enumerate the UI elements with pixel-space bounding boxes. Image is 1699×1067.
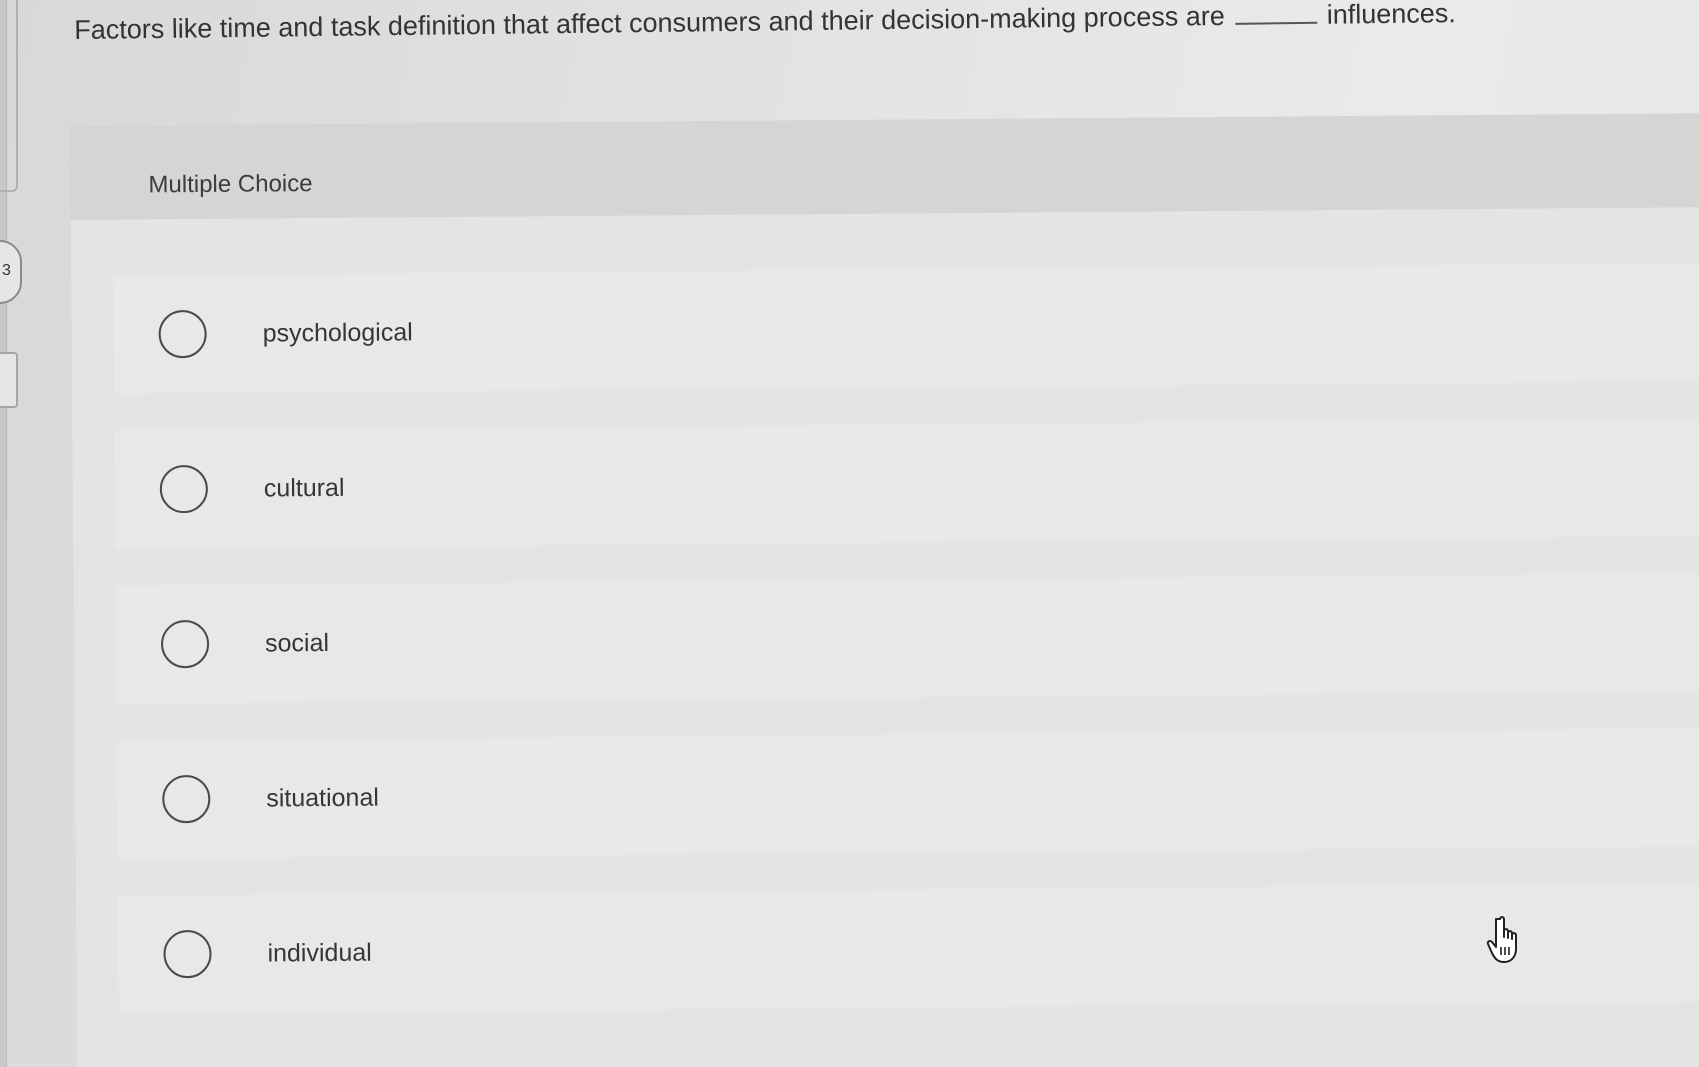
option-cultural[interactable]: cultural <box>114 417 1699 549</box>
option-psychological[interactable]: psychological <box>113 262 1699 394</box>
radio-button[interactable] <box>160 619 210 669</box>
question-number-label: 3 <box>2 262 11 279</box>
answer-card: Multiple Choice psychological cultural s… <box>70 112 1699 1067</box>
hand-pointer-icon <box>1486 916 1517 963</box>
option-label: psychological <box>262 317 413 347</box>
question-text-after: influences. <box>1326 0 1457 30</box>
side-tab[interactable] <box>0 352 18 408</box>
option-social[interactable]: social <box>115 572 1699 704</box>
option-individual[interactable]: individual <box>118 882 1699 1014</box>
left-panel-frame <box>0 0 18 192</box>
question-type-label: Multiple Choice <box>148 170 313 199</box>
radio-button[interactable] <box>163 929 212 979</box>
question-text-before: Factors like time and task definition th… <box>74 0 1225 45</box>
option-label: situational <box>266 783 379 812</box>
question-prompt: Factors like time and task definition th… <box>74 0 1674 52</box>
answer-blank <box>1234 1 1317 25</box>
quiz-page: 3 Factors like time and task definition … <box>0 0 1699 1067</box>
radio-button[interactable] <box>159 464 209 514</box>
option-situational[interactable]: situational <box>116 727 1699 859</box>
radio-button[interactable] <box>158 309 207 359</box>
option-label: cultural <box>263 473 345 502</box>
option-label: individual <box>267 938 372 967</box>
radio-button[interactable] <box>162 774 211 824</box>
option-label: social <box>264 628 330 657</box>
card-header: Multiple Choice <box>70 112 1699 220</box>
